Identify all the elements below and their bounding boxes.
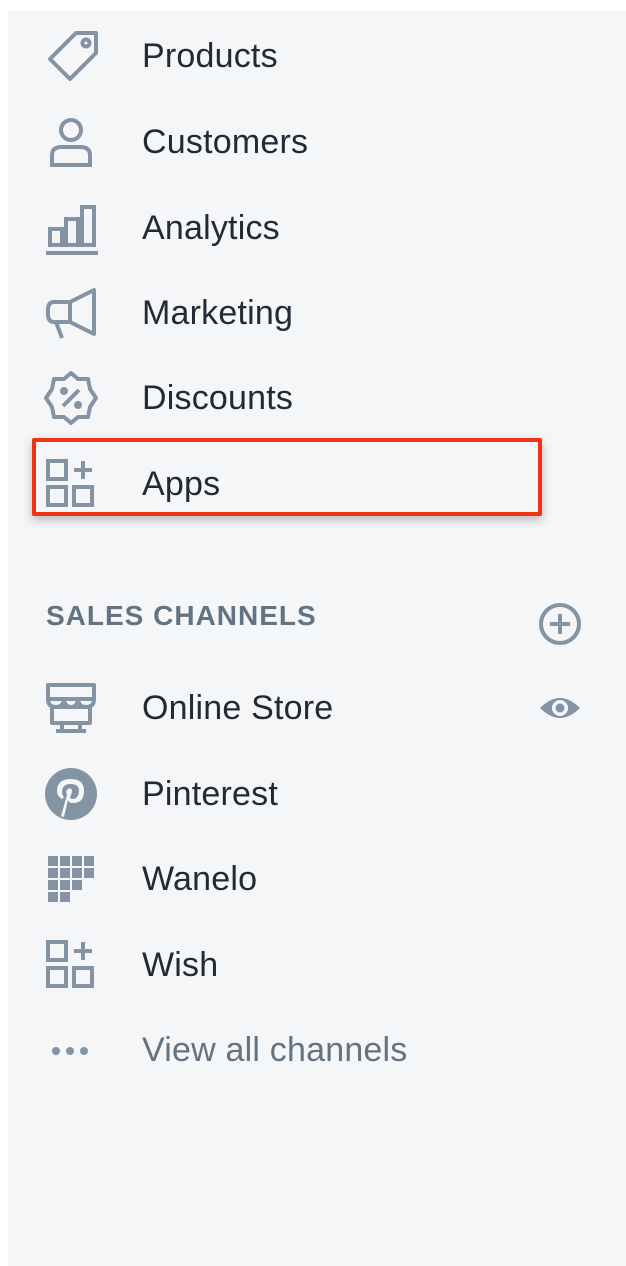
channel-item-pinterest[interactable]: Pinterest	[8, 764, 608, 824]
nav-item-products[interactable]: Products	[8, 26, 608, 86]
sales-channels-header: SALES CHANNELS	[46, 600, 317, 631]
pinterest-icon	[42, 765, 100, 823]
nav-label-analytics: Analytics	[142, 208, 280, 247]
nav-label-discounts: Discounts	[142, 378, 294, 417]
channel-label-pinterest: Pinterest	[142, 774, 278, 813]
nav-item-customers[interactable]: Customers	[8, 112, 608, 172]
storefront-icon	[42, 679, 100, 737]
nav-item-analytics[interactable]: Analytics	[8, 198, 608, 258]
nav-item-discounts[interactable]: Discounts	[8, 368, 608, 428]
nav-label-products: Products	[142, 36, 278, 75]
sidebar: Products Customers Analytics Marketing D…	[8, 10, 626, 1266]
tag-icon	[42, 27, 100, 85]
megaphone-icon	[42, 284, 100, 342]
ellipsis-icon	[42, 1021, 100, 1079]
channel-item-wish[interactable]: Wish	[8, 935, 608, 995]
channel-label-view-all: View all channels	[142, 1030, 408, 1069]
eye-icon	[540, 698, 580, 718]
channel-label-wanelo: Wanelo	[142, 859, 258, 898]
wanelo-grid-icon	[42, 850, 100, 908]
view-all-channels-link[interactable]: View all channels	[8, 1020, 608, 1080]
channel-item-online-store[interactable]: Online Store	[8, 678, 608, 738]
apps-grid-plus-icon	[42, 936, 100, 994]
plus-circle-icon	[539, 603, 581, 645]
discount-badge-icon	[42, 369, 100, 427]
view-online-store-button[interactable]	[536, 684, 584, 732]
channel-label-wish: Wish	[142, 945, 219, 984]
bar-chart-icon	[42, 199, 100, 257]
apps-highlight-box	[32, 438, 542, 516]
person-icon	[42, 113, 100, 171]
channel-item-wanelo[interactable]: Wanelo	[8, 849, 608, 909]
nav-label-customers: Customers	[142, 122, 309, 161]
add-sales-channel-button[interactable]	[536, 600, 584, 648]
channel-label-online-store: Online Store	[142, 688, 334, 727]
nav-item-marketing[interactable]: Marketing	[8, 283, 608, 343]
nav-label-marketing: Marketing	[142, 293, 294, 332]
